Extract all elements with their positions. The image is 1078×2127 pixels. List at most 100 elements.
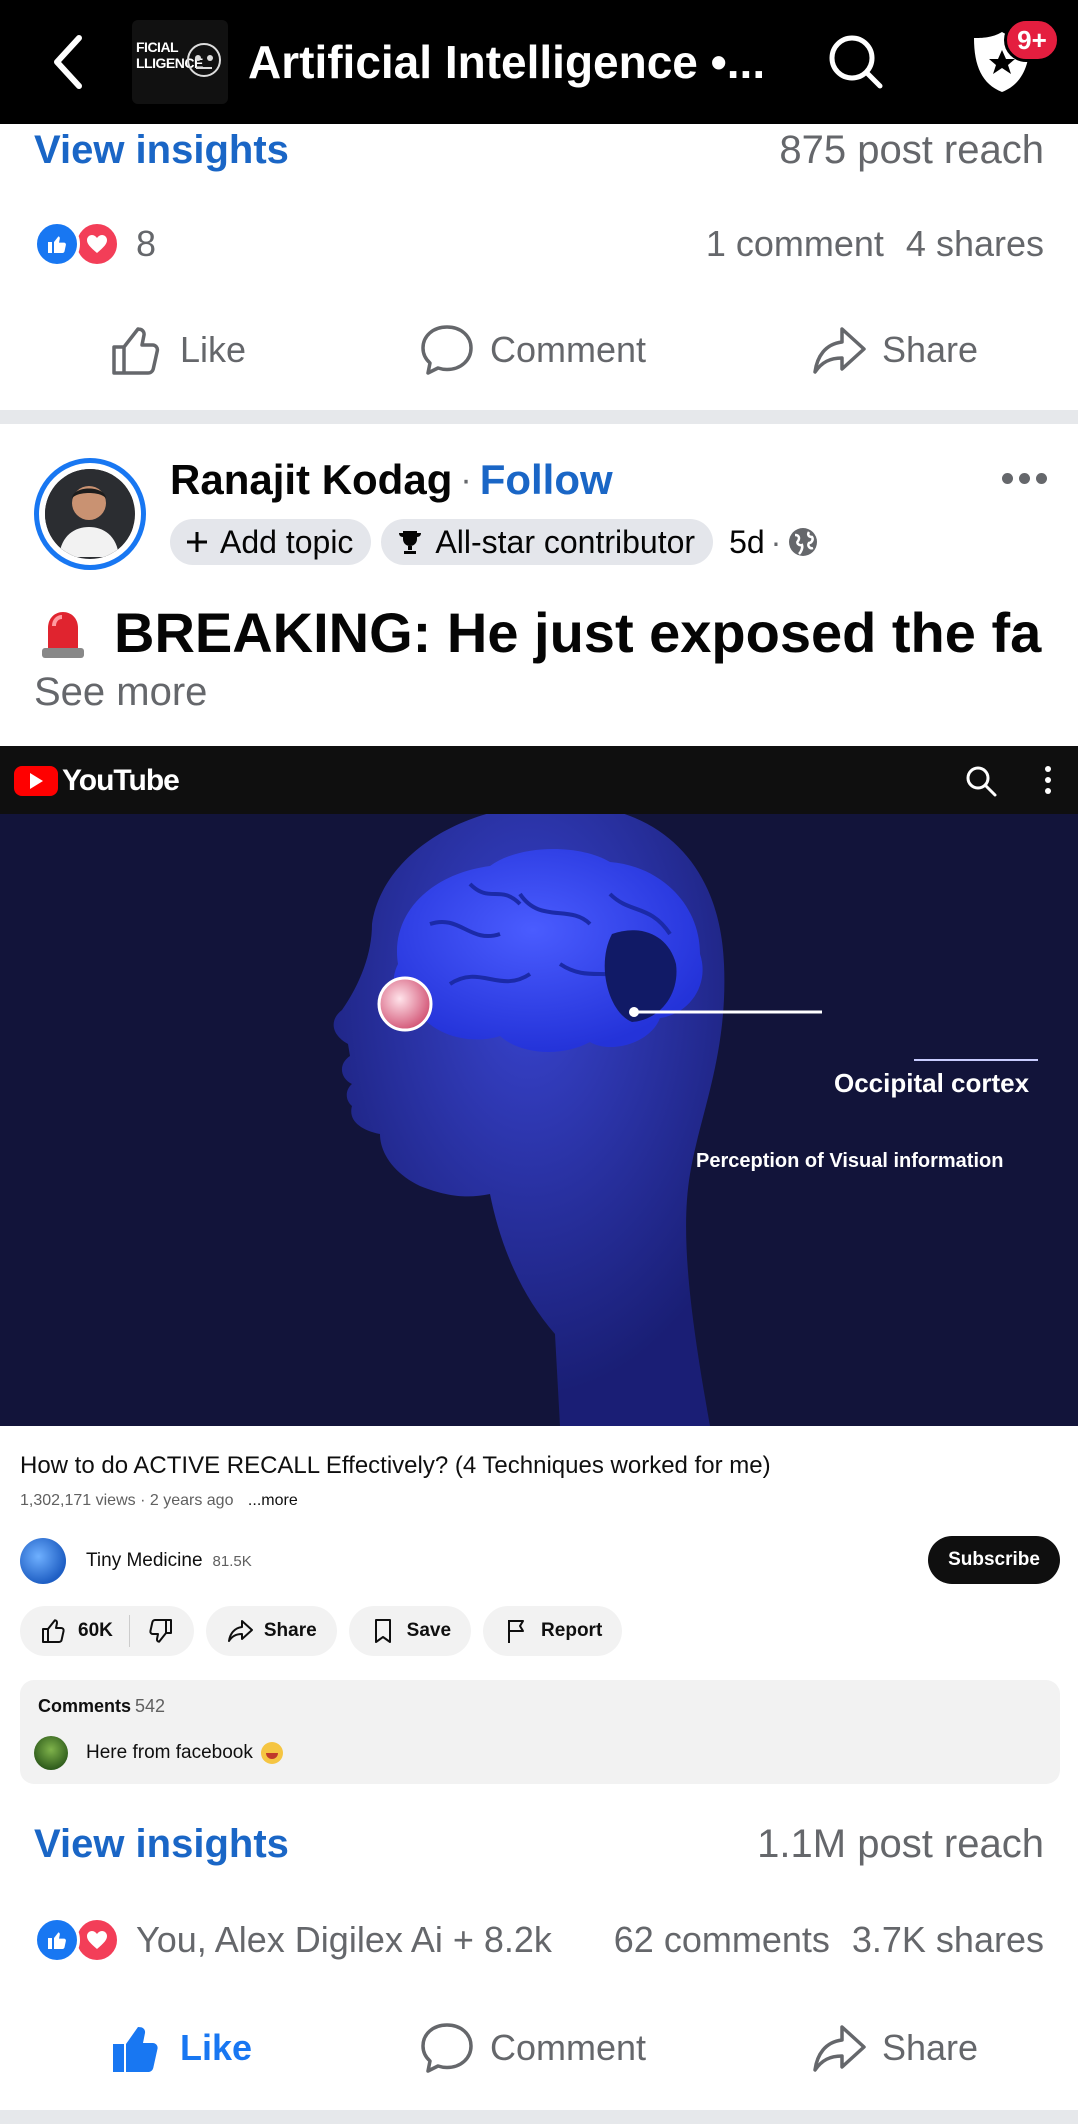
separator-dot: · xyxy=(460,460,472,499)
comment-count[interactable]: 62 comments xyxy=(614,1919,830,1961)
like-button[interactable]: Like xyxy=(108,2008,252,2088)
play-icon xyxy=(14,766,58,796)
share-count[interactable]: 3.7K shares xyxy=(852,1919,1044,1961)
page-title[interactable]: Artificial Intelligence •... xyxy=(248,34,768,90)
contributor-badge-label: All-star contributor xyxy=(435,523,696,560)
view-insights-link[interactable]: View insights xyxy=(34,1822,289,1867)
post-actions: Like Comment Share xyxy=(0,2008,1078,2088)
comment-icon xyxy=(421,325,473,375)
channel-subscribers: 81.5K xyxy=(212,1552,252,1570)
back-arrow-icon xyxy=(54,35,82,89)
top-app-bar: FICIAL LLIGENCE Artificial Intelligence … xyxy=(0,0,1078,124)
more-dots-icon xyxy=(1001,472,1013,484)
feed-separator xyxy=(0,2110,1078,2124)
post-time[interactable]: 5d · xyxy=(729,524,819,561)
separator-dot: · xyxy=(770,523,782,560)
share-label: Share xyxy=(882,329,979,370)
search-icon xyxy=(966,766,997,797)
youtube-logo: YouTube xyxy=(14,764,180,798)
like-reaction-icon xyxy=(34,221,80,267)
bookmark-icon xyxy=(374,1619,391,1643)
yt-save-label: Save xyxy=(406,1620,452,1641)
see-more-link[interactable]: See more xyxy=(34,670,207,715)
video-meta: 1,302,171 views · 2 years ago ...more xyxy=(20,1492,298,1510)
thumbs-down-icon xyxy=(149,1619,172,1643)
comment-count[interactable]: 1 comment xyxy=(706,223,884,265)
share-icon xyxy=(813,327,866,374)
headline-text: BREAKING: He just exposed the fa... xyxy=(114,600,1044,664)
video-title: How to do ACTIVE RECALL Effectively? (4 … xyxy=(20,1452,771,1479)
thumbs-up-icon xyxy=(112,327,160,375)
reactions-summary[interactable]: You, Alex Digilex Ai + 8.2k xyxy=(136,1919,552,1961)
yt-report-label: Report xyxy=(541,1620,603,1641)
youtube-header: YouTube xyxy=(0,746,1078,814)
laughing-emoji-icon xyxy=(260,1741,283,1764)
post-actions: Like Comment Share xyxy=(0,310,1078,390)
notification-badge: 9+ xyxy=(1004,18,1060,62)
globe-icon xyxy=(789,528,818,556)
post-meta-chips: Add topic All-star contributor 5d · xyxy=(170,518,819,566)
like-count: 60K xyxy=(78,1620,113,1641)
post-headline[interactable]: BREAKING: He just exposed the fa... xyxy=(34,596,1044,668)
add-topic-chip[interactable]: Add topic xyxy=(170,519,372,565)
reaction-icons[interactable] xyxy=(34,219,128,269)
share-button[interactable]: Share xyxy=(810,310,978,390)
group-avatar[interactable]: FICIAL LLIGENCE xyxy=(132,20,228,104)
yt-report-pill: Report xyxy=(483,1606,623,1656)
yt-top-comment: Here from facebook xyxy=(34,1736,283,1770)
share-label: Share xyxy=(882,2027,979,2068)
video-more-link: ...more xyxy=(247,1492,298,1509)
yt-share-label: Share xyxy=(263,1620,317,1641)
like-button[interactable]: Like xyxy=(108,310,246,390)
video-label-occipital: Occipital cortex xyxy=(834,1068,1030,1098)
post-insights-row: View insights 1.1M post reach xyxy=(34,1814,1044,1874)
flag-icon xyxy=(508,1620,525,1643)
search-button[interactable] xyxy=(824,30,888,94)
video-actions: 60K Share Save Report xyxy=(20,1606,623,1656)
video-thumbnail: Occipital cortex Perception of Visual in… xyxy=(0,814,1078,1426)
like-label: Like xyxy=(180,2027,253,2068)
author-line: Ranajit Kodag · Follow xyxy=(170,452,613,508)
yt-comments-header: Comments 542 xyxy=(38,1696,166,1716)
yt-comments-box: Comments 542 Here from facebook xyxy=(20,1680,1060,1784)
add-topic-label: Add topic xyxy=(220,523,354,560)
author-avatar[interactable] xyxy=(34,458,146,570)
reaction-count[interactable]: 8 xyxy=(136,223,156,265)
yt-top-comment-text: Here from facebook xyxy=(86,1742,253,1763)
follow-button[interactable]: Follow xyxy=(480,456,613,504)
channel-name: Tiny Medicine xyxy=(86,1550,203,1571)
comment-button[interactable]: Comment xyxy=(418,310,646,390)
post-insights-row: View insights 875 post reach xyxy=(34,120,1044,180)
channel-avatar xyxy=(20,1538,66,1584)
search-icon xyxy=(829,35,883,89)
avatar-image xyxy=(45,469,135,559)
post-options-button[interactable] xyxy=(996,458,1052,498)
like-reaction-icon xyxy=(34,1917,80,1963)
post-reach: 1.1M post reach xyxy=(757,1821,1044,1866)
post-image[interactable]: YouTube Occipital cortex Perception of V… xyxy=(0,746,1078,1794)
back-button[interactable] xyxy=(44,30,92,94)
reactions-row: You, Alex Digilex Ai + 8.2k 62 comments … xyxy=(34,1910,1044,1970)
siren-icon xyxy=(42,612,84,658)
channel-row: Tiny Medicine 81.5K Subscribe xyxy=(20,1536,1060,1586)
post-time-value: 5d xyxy=(729,523,765,560)
share-button[interactable]: Share xyxy=(810,2008,978,2088)
reaction-icons[interactable] xyxy=(34,1915,128,1965)
view-insights-link[interactable]: View insights xyxy=(34,128,289,173)
love-reaction-icon xyxy=(74,1917,120,1963)
comment-label: Comment xyxy=(490,2027,647,2068)
contributor-badge-chip[interactable]: All-star contributor xyxy=(381,519,714,565)
brain-illustration xyxy=(0,814,1078,1426)
author-name[interactable]: Ranajit Kodag xyxy=(170,456,452,504)
commenter-avatar xyxy=(34,1736,68,1770)
love-reaction-icon xyxy=(74,221,120,267)
like-dislike-pill: 60K xyxy=(20,1606,194,1656)
comment-button[interactable]: Comment xyxy=(418,2008,646,2088)
thumbs-up-icon xyxy=(42,1619,65,1643)
share-count[interactable]: 4 shares xyxy=(906,223,1044,265)
yt-share-pill: Share xyxy=(205,1606,337,1656)
reactions-row: 8 1 comment 4 shares xyxy=(34,214,1044,274)
thumbs-up-filled-icon xyxy=(113,2027,158,2072)
feed-separator xyxy=(0,410,1078,424)
yt-save-pill: Save xyxy=(348,1606,472,1656)
